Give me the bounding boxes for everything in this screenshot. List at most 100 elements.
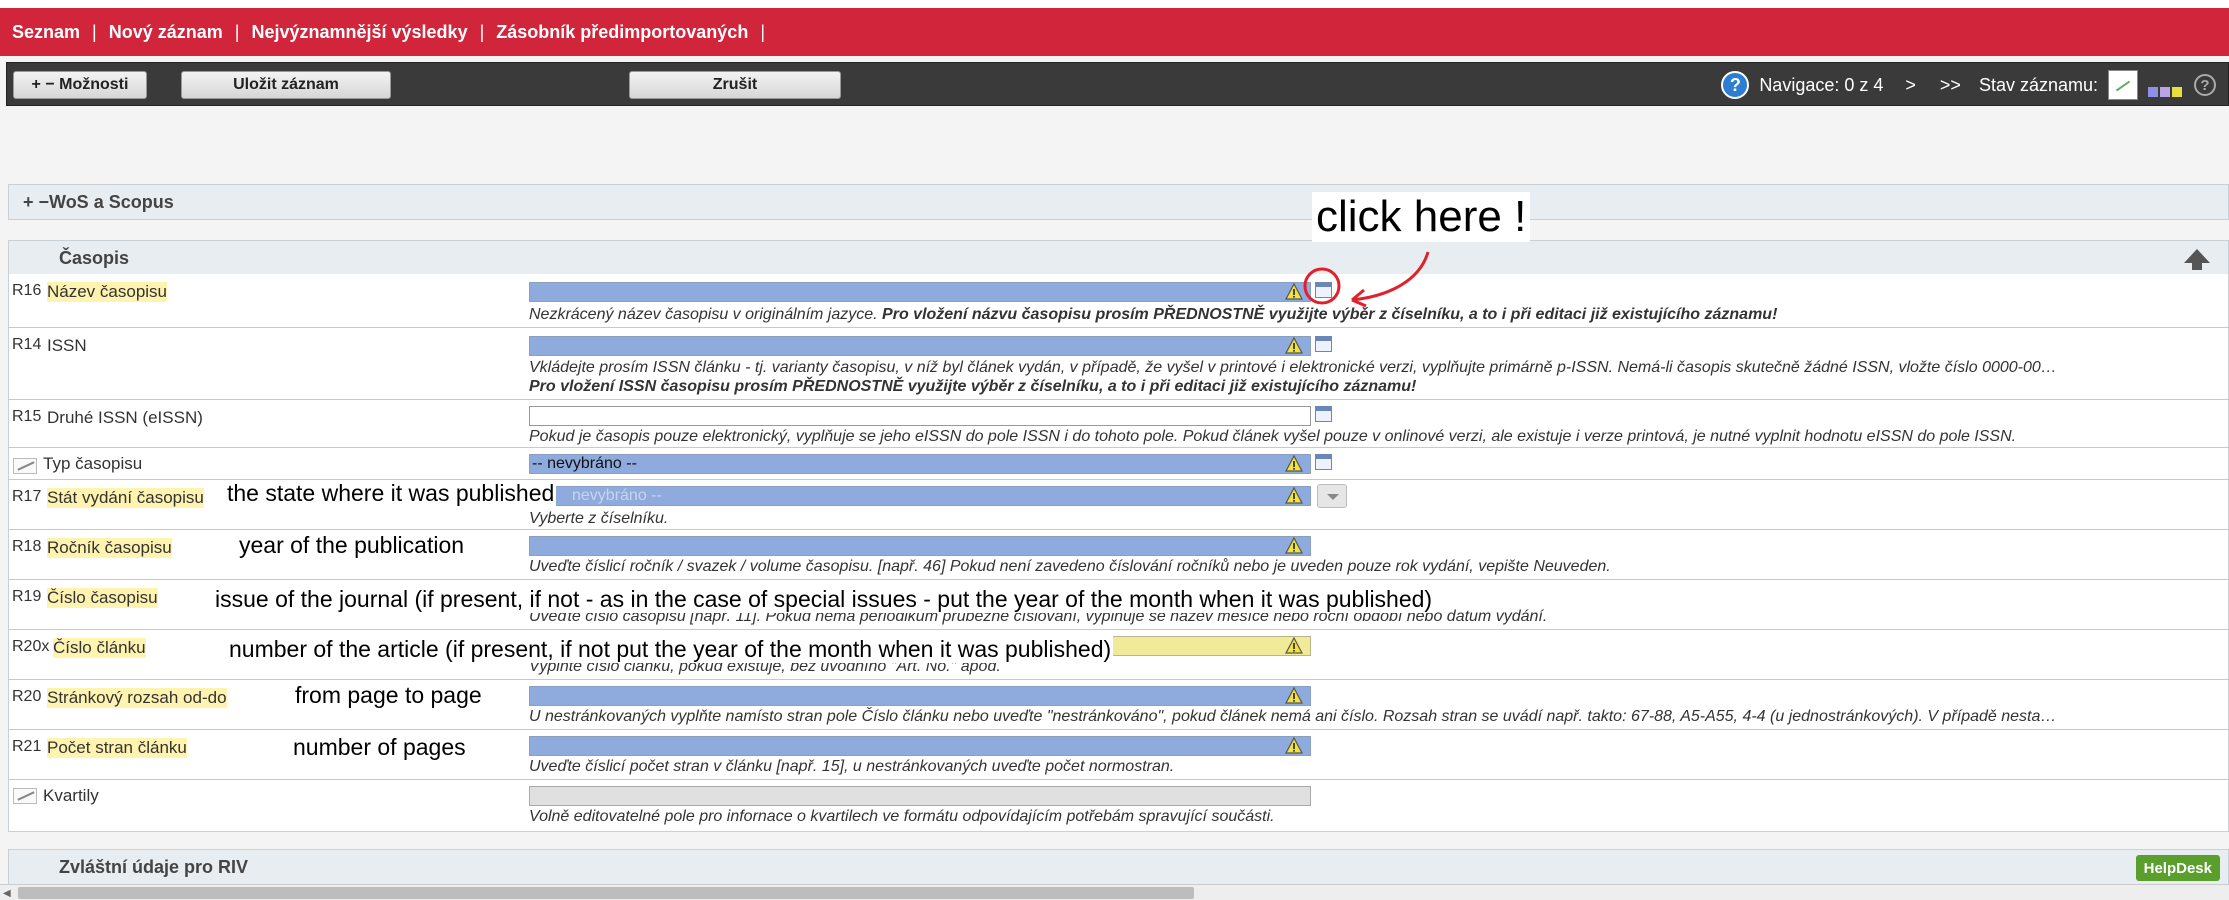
options-button[interactable]: + − Možnosti xyxy=(13,71,147,99)
annotation-state: the state where it was published xyxy=(225,480,557,507)
nav-separator: | xyxy=(479,21,485,42)
row-druhe-issn: R15 Druhé ISSN (eISSN) Pokud je časopis … xyxy=(9,400,2229,448)
row-label: Typ časopisu xyxy=(43,454,143,473)
horizontal-scrollbar[interactable]: ◀ xyxy=(0,884,2229,900)
row-strankovy-rozsah: R20 Stránkový rozsah od-do U nestránkova… xyxy=(9,680,2229,730)
row-code: R17 xyxy=(12,488,42,505)
row-code: R20 xyxy=(12,688,42,705)
nav-link-seznam[interactable]: Seznam xyxy=(12,22,80,43)
row-hint: Vkládejte prosím ISSN článku - tj. varia… xyxy=(529,359,2057,376)
section-title-wos: + −WoS a Scopus xyxy=(23,191,174,212)
select-value: nevybráno -- xyxy=(572,487,662,504)
eissn-input[interactable] xyxy=(529,406,1311,426)
row-code: R19 xyxy=(12,588,42,605)
volume-input[interactable] xyxy=(529,536,1311,556)
page-count-input[interactable] xyxy=(529,736,1311,756)
warning-icon xyxy=(1285,455,1303,472)
record-toolbar: + − Možnosti Uložit záznam Zrušit ? Navi… xyxy=(6,62,2229,106)
section-title-riv: Zvláštní údaje pro RIV xyxy=(59,856,249,877)
scrollbar-thumb[interactable] xyxy=(18,887,1194,899)
record-status-image xyxy=(2108,70,2138,100)
help-icon[interactable]: ? xyxy=(1721,71,1750,99)
last-record-link[interactable]: >> xyxy=(1940,75,1961,96)
nav-separator: | xyxy=(92,21,97,42)
question-icon[interactable]: ? xyxy=(2194,74,2216,96)
annotation-number-pages: number of pages xyxy=(291,734,468,761)
row-stat-vydani: R17 Stát vydání časopisu nevybráno -- Vy… xyxy=(9,480,2229,530)
navigation-text: Navigace: 0 z 4 xyxy=(1759,74,1884,95)
navigation-info: ? Navigace: 0 z 4 > >> Stav záznamu: ? xyxy=(1721,70,2216,100)
warning-icon xyxy=(1285,687,1303,704)
status-square xyxy=(2148,87,2158,97)
row-label: Druhé ISSN (eISSN) xyxy=(47,408,203,427)
nav-link-nejvyznamnejsi[interactable]: Nejvýznamnější výsledky xyxy=(251,22,467,43)
status-color-squares xyxy=(2148,73,2184,97)
section-wos-scopus[interactable]: + −WoS a Scopus xyxy=(8,184,2229,220)
scroll-left-arrow-icon[interactable]: ◀ xyxy=(3,888,11,899)
row-label: Číslo článku xyxy=(53,638,146,658)
nav-separator: | xyxy=(760,21,765,42)
top-navigation: Seznam | Nový záznam | Nejvýznamnější vý… xyxy=(0,8,2229,56)
row-pocet-stran: R21 Počet stran článku Uveďte číslicí po… xyxy=(9,730,2229,780)
row-kvartily: Kvartily Volně editovatelné pole pro inf… xyxy=(9,780,2229,832)
row-label: Ročník časopisu xyxy=(47,538,172,558)
row-typ-casopisu: Typ časopisu -- nevybráno -- xyxy=(9,448,2229,480)
next-record-link[interactable]: > xyxy=(1905,75,1916,96)
row-label: Počet stran článku xyxy=(47,738,187,758)
warning-icon xyxy=(1285,337,1303,354)
issn-input[interactable] xyxy=(529,336,1311,356)
row-code: R18 xyxy=(12,538,42,555)
row-rocnik: R18 Ročník časopisu Uveďte číslicí roční… xyxy=(9,530,2229,580)
page-range-input[interactable] xyxy=(529,686,1311,706)
row-hint: Volně editovatelné pole pro infornace o … xyxy=(529,808,1275,825)
pencil-icon xyxy=(13,458,37,474)
row-code: R15 xyxy=(12,408,42,425)
row-issn: R14 ISSN Vkládejte prosím ISSN článku - … xyxy=(9,328,2229,400)
section-casopis[interactable]: Časopis xyxy=(8,240,2229,276)
callout-click-here: click here ! xyxy=(1312,192,1531,242)
row-cislo-casopisu: R19 Číslo časopisu Uveďte číslo časopisu… xyxy=(9,580,2229,630)
row-cislo-clanku: R20x Číslo článku Vyplňte číslo článku, … xyxy=(9,630,2229,680)
warning-icon xyxy=(1285,737,1303,754)
annotation-year: year of the publication xyxy=(237,532,467,559)
top-strip xyxy=(0,0,2229,8)
row-code: R20x xyxy=(12,638,50,655)
collapse-up-arrow-icon[interactable] xyxy=(2184,249,2210,270)
nav-link-novy-zaznam[interactable]: Nový záznam xyxy=(109,22,223,43)
cancel-button[interactable]: Zrušit xyxy=(629,71,841,99)
section-title-casopis: Časopis xyxy=(59,247,130,268)
row-code: R14 xyxy=(12,336,42,353)
row-label: ISSN xyxy=(47,336,87,355)
row-hint-bold: Pro vložení ISSN časopisu prosím PŘEDNOS… xyxy=(529,378,1417,395)
row-hint: Vyberte z číselníku. xyxy=(529,510,669,527)
row-label: Stát vydání časopisu xyxy=(47,488,204,508)
warning-icon xyxy=(1285,537,1303,554)
nav-link-zasobnik[interactable]: Zásobník předimportovaných xyxy=(496,22,748,43)
pencil-icon xyxy=(13,788,37,804)
helpdesk-button[interactable]: HelpDesk xyxy=(2135,855,2220,881)
status-square xyxy=(2172,87,2182,97)
journal-type-select[interactable]: -- nevybráno -- xyxy=(529,454,1311,474)
dropdown-arrow-button[interactable] xyxy=(1317,484,1347,508)
quartiles-input[interactable] xyxy=(529,786,1311,806)
country-select[interactable]: nevybráno -- xyxy=(529,486,1311,506)
select-value: -- nevybráno -- xyxy=(532,455,637,472)
nav-separator: | xyxy=(234,21,240,42)
journal-name-input[interactable] xyxy=(529,282,1311,302)
status-square xyxy=(2160,87,2170,97)
callout-arrow-icon xyxy=(1303,251,1430,308)
codebook-select-icon[interactable] xyxy=(1315,406,1332,422)
codebook-select-icon[interactable] xyxy=(1315,336,1332,352)
row-hint: U nestránkovaných vyplňte namísto stran … xyxy=(529,708,2057,725)
row-label: Stránkový rozsah od-do xyxy=(47,688,227,708)
annotation-issue: issue of the journal (if present, if not… xyxy=(213,586,1435,613)
row-code: R21 xyxy=(12,738,42,755)
casopis-panel: R16 Název časopisu Nezkrácený název časo… xyxy=(8,274,2229,832)
hint-text: Nezkrácený název časopisu v originálním … xyxy=(529,306,883,323)
annotation-article: number of the article (if present, if no… xyxy=(227,636,1114,663)
row-label: Název časopisu xyxy=(47,282,168,302)
row-hint: Pokud je časopis pouze elektronický, vyp… xyxy=(529,428,2017,445)
save-record-button[interactable]: Uložit záznam xyxy=(181,71,391,99)
section-riv[interactable]: Zvláštní údaje pro RIV HelpDesk xyxy=(8,849,2229,885)
codebook-select-icon[interactable] xyxy=(1315,454,1332,470)
